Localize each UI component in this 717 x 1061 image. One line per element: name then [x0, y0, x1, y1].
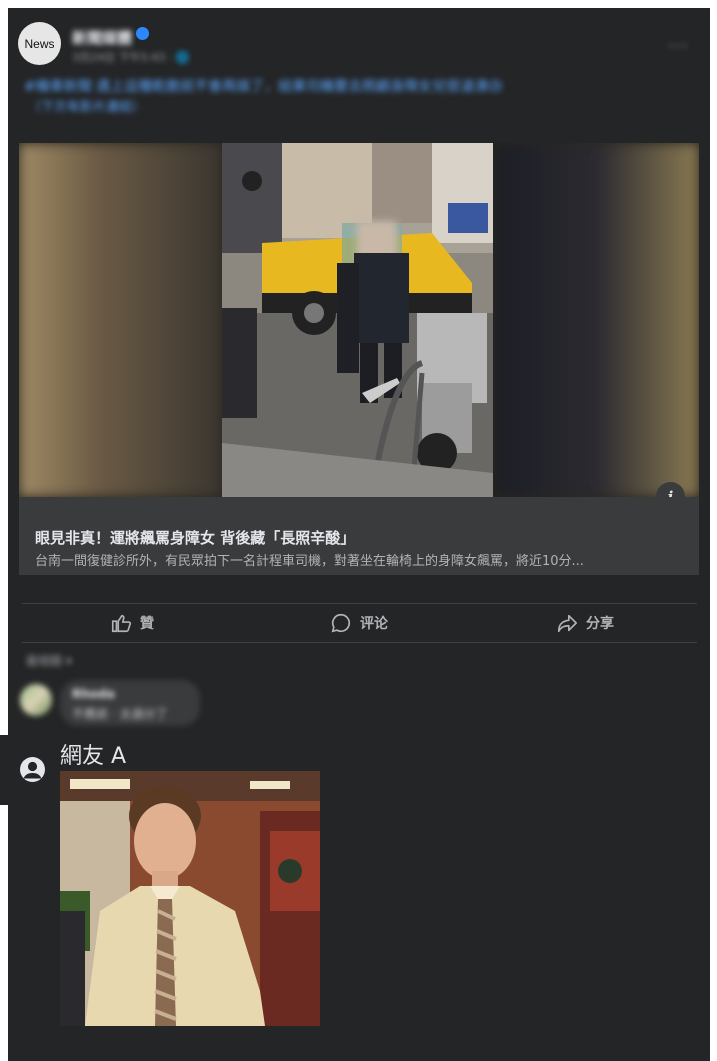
- more-options-button[interactable]: ···: [668, 36, 688, 57]
- link-description: 台南一間復健診所外，有民眾拍下一名計程車司機，對著坐在輪椅上的身障女飆罵，將近1…: [35, 554, 584, 569]
- commenter-avatar[interactable]: [20, 684, 52, 716]
- commenter-name[interactable]: Rhoda: [72, 687, 115, 701]
- comment-button[interactable]: 评论: [330, 612, 388, 634]
- video-blur-right: [494, 143, 699, 497]
- video-frame: [222, 143, 493, 497]
- verified-badge-icon: [136, 27, 149, 40]
- share-label: 分享: [586, 616, 614, 632]
- office-man-image: [60, 771, 320, 1026]
- thumbs-up-icon: [111, 614, 132, 633]
- caption-link[interactable]: （下方有影片連結）: [28, 96, 145, 115]
- comment-bubble-icon: [331, 613, 351, 633]
- page-name[interactable]: 新聞媒體: [72, 27, 132, 48]
- share-arrow-icon: [557, 614, 577, 633]
- reply-user-name[interactable]: 網友 A: [60, 738, 126, 770]
- page-avatar[interactable]: News: [18, 22, 61, 65]
- user-silhouette: [23, 761, 42, 779]
- post-caption: #機車新聞 遇上這種乾脆就不會再搞了，結果司機要去照顧身障女兒很滄湧😢: [24, 76, 503, 96]
- avatar-text: News: [24, 36, 55, 51]
- like-label: 贊: [140, 616, 154, 632]
- user-avatar-icon[interactable]: [20, 757, 45, 782]
- comment-filter-dropdown[interactable]: 最相關 ▾: [26, 652, 72, 669]
- comment-bubble: Rhoda 不應該 · 太過分了: [60, 680, 200, 726]
- reply-image[interactable]: [60, 771, 320, 1026]
- divider-bottom: [22, 642, 697, 643]
- divider-top: [22, 603, 697, 604]
- comment-label: 评论: [360, 616, 388, 632]
- video-player[interactable]: [19, 143, 699, 497]
- caption-text: #機車新聞 遇上這種乾脆就不會再搞了，結果司機要去照顧身障女兒很滄湧😢: [24, 79, 503, 95]
- street-scene-image: [222, 143, 493, 497]
- post-timestamp[interactable]: 3月24日 下午5:43 · 🌐: [72, 49, 189, 65]
- comment-text: 不應該 · 太過分了: [72, 707, 168, 721]
- link-preview[interactable]: 眼見非真！運將飆罵身障女 背後藏「長照辛酸」 台南一間復健診所外，有民眾拍下一名…: [19, 497, 699, 575]
- share-button[interactable]: 分享: [556, 612, 614, 634]
- video-blur-left: [19, 143, 222, 497]
- like-button[interactable]: 贊: [110, 612, 154, 634]
- link-title[interactable]: 眼見非真！運將飆罵身障女 背後藏「長照辛酸」: [35, 527, 355, 548]
